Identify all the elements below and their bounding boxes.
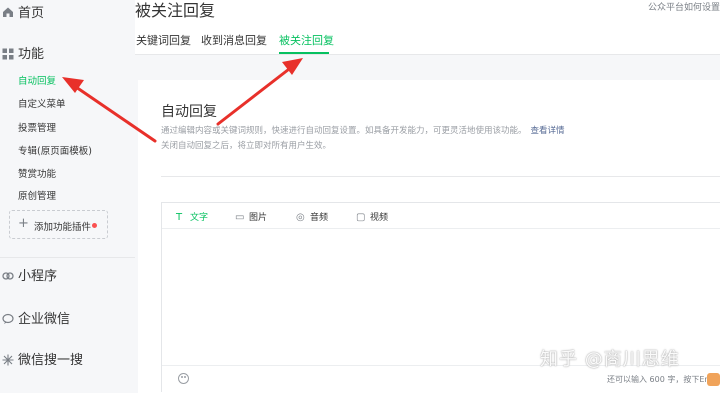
sidebar-section-label: 企业微信 [18,312,71,327]
search-sparkle-icon [2,351,14,370]
text-icon: T [176,212,183,223]
editor-tab-label: 图片 [249,213,268,223]
editor-tab-label: 音频 [310,213,329,223]
editor-tab-label: 文字 [190,213,209,223]
mini-program-icon [2,267,14,286]
editor-toolbar: T 文字 ▭ 图片 ◎ 音频 ▢ 视频 [162,203,720,229]
editor-tab-video[interactable]: ▢ 视频 [356,210,388,223]
sidebar-item-auto-reply[interactable]: 自动回复 [18,73,56,87]
tab-keyword-reply[interactable]: 关键词回复 [136,32,191,48]
home-icon [2,3,14,22]
editor-tab-label: 视频 [370,213,389,223]
sidebar-item-original[interactable]: 原创管理 [18,188,56,202]
emoji-icon[interactable] [178,373,189,384]
sidebar-section-wecom[interactable]: 企业微信 [0,305,135,329]
video-icon: ▢ [356,212,366,223]
sidebar-item-home[interactable]: 首页 [0,0,135,22]
panel-note: 关闭自动回复之后，将立即对所有用户生效。 [161,141,332,151]
sidebar-item-vote[interactable]: 投票管理 [18,120,56,134]
sidebar-section-features[interactable]: 功能 [0,40,135,64]
sidebar-section-search[interactable]: 微信搜一搜 [0,346,135,370]
tab-message-reply[interactable]: 收到消息回复 [201,32,267,48]
sidebar-section-mini-program[interactable]: 小程序 [0,262,135,286]
char-count: 还可以输入 600 字，按下En [607,375,710,384]
page-title: 被关注回复 [135,1,216,20]
sidebar-section-label: 小程序 [18,269,58,284]
add-plugin-label: 添加功能插件 [34,222,92,233]
sidebar-section-label: 微信搜一搜 [18,353,84,368]
sidebar-item-reward[interactable]: 赞赏功能 [18,166,56,180]
wecom-icon [2,310,14,329]
editor-tab-text[interactable]: T 文字 [176,210,208,223]
sidebar: 首页 功能 自动回复 自定义菜单 投票管理 专辑(原页面模板) 赞赏功能 原创管… [0,0,135,393]
grid-icon [2,45,14,64]
tab-follow-reply[interactable]: 被关注回复 [279,32,334,48]
editor-tab-image[interactable]: ▭ 图片 [235,210,267,223]
view-details-link[interactable]: 查看详情 [531,126,565,136]
panel-divider [161,176,720,177]
panel-title: 自动回复 [161,104,217,120]
image-icon: ▭ [235,212,245,223]
plus-icon: + [18,216,29,231]
watermark-text: 知乎 @商川思维 [540,349,680,370]
corner-badge [707,373,720,386]
editor-tab-audio[interactable]: ◎ 音频 [296,210,328,223]
panel-description: 通过编辑内容或关键词规则，快速进行自动回复设置。如具备开发能力，可更灵活地使用该… [161,124,565,136]
audio-icon: ◎ [296,212,305,223]
sidebar-item-label: 首页 [18,6,45,21]
sidebar-item-album[interactable]: 专辑(原页面模板) [18,143,92,157]
add-plugin-button[interactable]: + 添加功能插件 [9,210,108,239]
sidebar-item-custom-menu[interactable]: 自定义菜单 [18,96,66,110]
help-link[interactable]: 公众平台如何设置 [648,0,720,13]
sidebar-section-label: 功能 [18,47,45,62]
notification-dot [92,223,97,228]
sidebar-divider [0,257,135,258]
description-text: 通过编辑内容或关键词规则，快速进行自动回复设置。如具备开发能力，可更灵活地使用该… [161,126,527,136]
